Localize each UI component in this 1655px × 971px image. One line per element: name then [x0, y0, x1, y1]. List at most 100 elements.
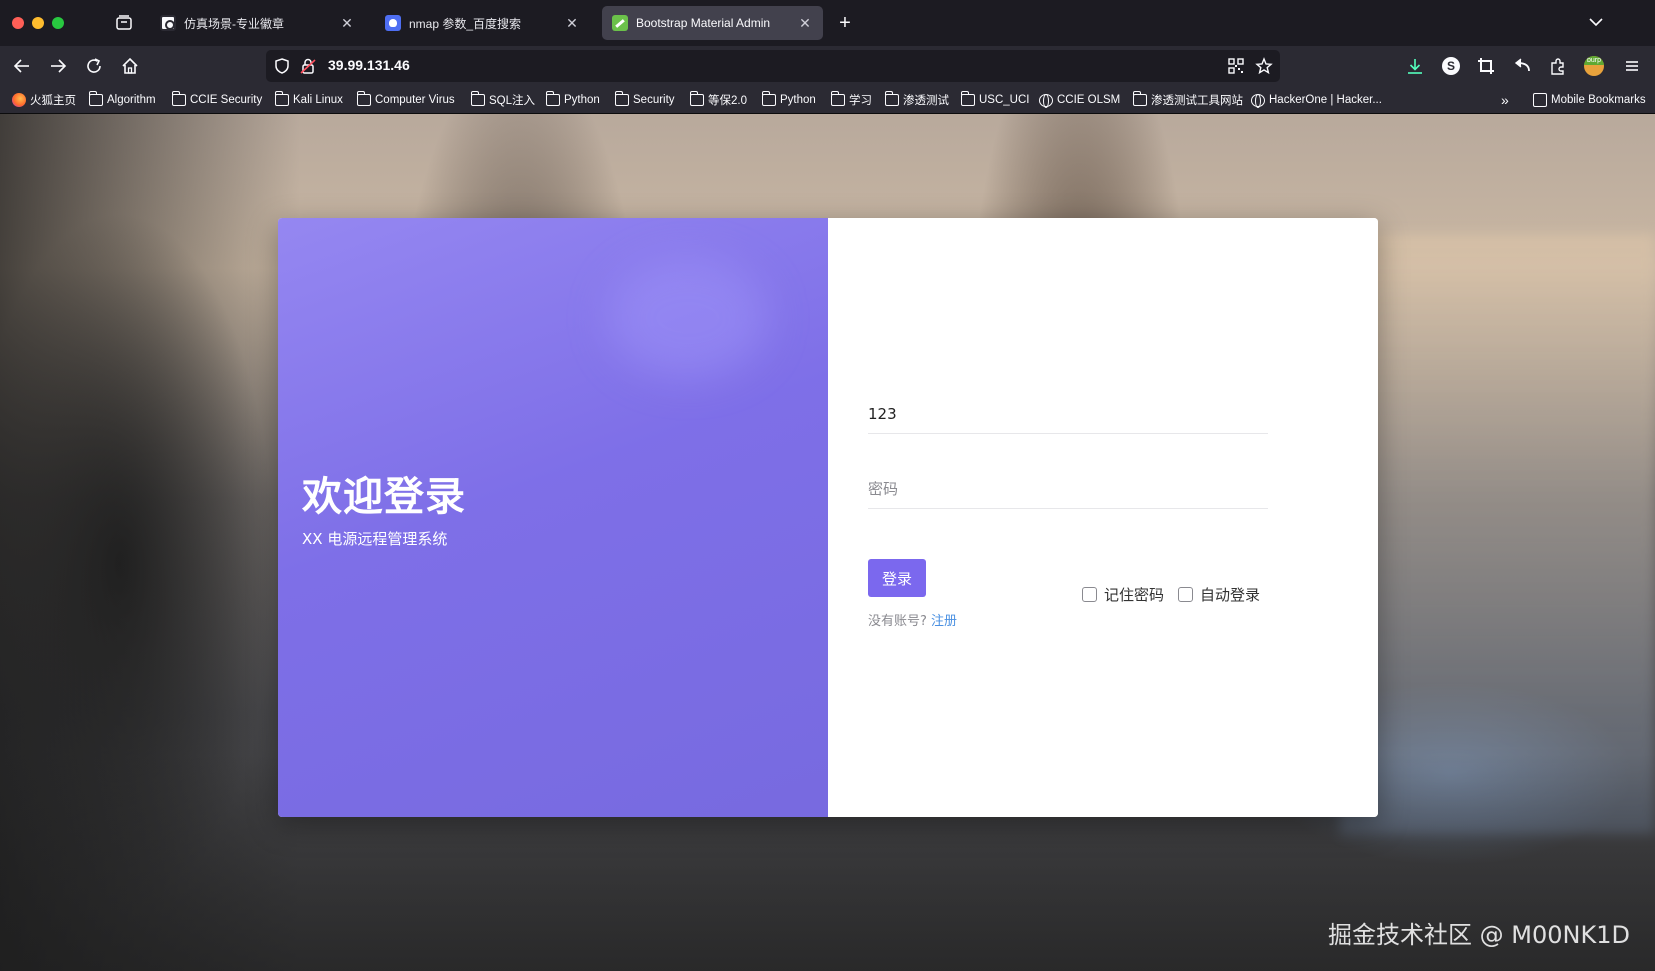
tab-close-icon[interactable]: ✕ [339, 15, 355, 31]
bookmark-star-icon[interactable] [1254, 56, 1274, 76]
tab-close-icon[interactable]: ✕ [564, 15, 580, 31]
bookmark-folder[interactable]: 等保2.0 [689, 91, 747, 109]
bookmark-folder[interactable]: Computer Virus [356, 91, 455, 109]
reply-arrow-icon[interactable] [1510, 54, 1534, 78]
extension-s-icon[interactable]: S [1439, 54, 1463, 78]
download-icon[interactable] [1403, 54, 1427, 78]
register-link[interactable]: 注册 [931, 614, 957, 629]
watermark-text: 掘金技术社区 @ M00NK1D [1328, 921, 1630, 949]
login-card: 欢迎登录 XX 电源远程管理系统 登录 没有账号? 注册 记住密码 自动登录 [278, 218, 1378, 817]
folder-icon [689, 91, 704, 106]
navigation-toolbar: 39.99.131.46 S burp [0, 46, 1655, 86]
bookmark-label: Security [633, 94, 675, 106]
bookmark-label: 等保2.0 [708, 95, 747, 107]
background-window-light [1340, 234, 1655, 834]
back-arrow-icon[interactable] [10, 54, 34, 78]
remember-password-checkbox[interactable]: 记住密码 [1082, 584, 1164, 605]
bookmark-label: Mobile Bookmarks [1551, 94, 1646, 106]
bookmark-label: CCIE Security [190, 94, 263, 106]
auto-login-checkbox[interactable]: 自动登录 [1178, 584, 1260, 605]
globe-icon [1039, 93, 1053, 108]
bookmark-label: Algorithm [107, 94, 156, 106]
welcome-panel: 欢迎登录 XX 电源远程管理系统 [278, 218, 828, 817]
folder-icon [761, 91, 776, 106]
bookmark-folder[interactable]: CCIE Security [171, 91, 263, 109]
double-chevron-right-icon[interactable]: » [1501, 92, 1509, 108]
folder-icon [884, 91, 899, 106]
no-account-text: 没有账号? [868, 614, 927, 629]
bookmark-item[interactable]: HackerOne | Hacker... [1251, 91, 1382, 109]
bookmark-folder[interactable]: Python [545, 91, 600, 109]
bootstrap-favicon-icon [612, 15, 628, 31]
folder-icon [830, 91, 845, 106]
register-prompt: 没有账号? 注册 [868, 610, 957, 629]
folder-icon [470, 91, 485, 106]
tab-3-active[interactable]: Bootstrap Material Admin ✕ [602, 6, 823, 40]
firefox-icon [12, 93, 26, 107]
bookmark-folder[interactable]: USC_UCI [960, 91, 1030, 109]
remember-password-label: 记住密码 [1104, 586, 1165, 604]
bookmark-label: 渗透测试 [903, 95, 949, 107]
extensions-puzzle-icon[interactable] [1546, 54, 1570, 78]
username-input[interactable] [868, 394, 1268, 434]
shield-icon[interactable] [272, 56, 292, 76]
folder-icon [88, 91, 103, 106]
checkbox-icon[interactable] [1178, 587, 1193, 602]
bookmark-label: Computer Virus [375, 94, 455, 106]
bookmark-folder[interactable]: Security [614, 91, 675, 109]
new-tab-plus-icon[interactable]: + [833, 11, 857, 35]
chevron-down-icon[interactable] [1586, 12, 1606, 32]
bookmark-folder[interactable]: 渗透测试工具网站 [1132, 91, 1243, 109]
window-maximize-button[interactable] [52, 17, 64, 29]
url-text[interactable]: 39.99.131.46 [328, 57, 410, 73]
welcome-title: 欢迎登录 [302, 474, 466, 520]
firefox-view-icon[interactable] [114, 13, 134, 33]
bookmark-label: CCIE OLSM [1057, 94, 1121, 106]
bookmark-label: 学习 [849, 95, 872, 107]
folder-icon [1132, 91, 1147, 106]
tab-title: nmap 参数_百度搜索 [409, 16, 522, 31]
forward-arrow-icon[interactable] [46, 54, 70, 78]
tab-1[interactable]: 仿真场景-专业徽章 ✕ [150, 6, 365, 40]
bookmark-item[interactable]: CCIE OLSM [1039, 91, 1120, 109]
extension-s-label: S [1442, 57, 1460, 75]
bookmark-item[interactable]: 火狐主页 [12, 91, 76, 109]
bookmark-folder[interactable]: 学习 [830, 91, 872, 109]
bookmark-label: USC_UCI [979, 94, 1030, 106]
mobile-bookmarks[interactable]: Mobile Bookmarks [1533, 91, 1646, 109]
globe-icon [1251, 93, 1265, 108]
bookmark-folder[interactable]: SQL注入 [470, 91, 536, 109]
login-button[interactable]: 登录 [868, 559, 926, 597]
insecure-lock-icon[interactable] [298, 56, 318, 76]
tab-title: Bootstrap Material Admin [636, 16, 771, 30]
bookmark-label: SQL注入 [489, 95, 536, 107]
burp-extension-icon[interactable]: burp [1582, 54, 1606, 78]
system-subtitle: XX 电源远程管理系统 [302, 530, 448, 548]
checkbox-icon[interactable] [1082, 587, 1097, 602]
tab-title: 仿真场景-专业徽章 [184, 16, 284, 31]
reload-icon[interactable] [82, 54, 106, 78]
mobile-device-icon [1533, 93, 1547, 107]
home-icon[interactable] [118, 54, 142, 78]
auto-login-label: 自动登录 [1200, 586, 1261, 604]
tab-close-icon[interactable]: ✕ [797, 15, 813, 31]
tab-2[interactable]: nmap 参数_百度搜索 ✕ [375, 6, 590, 40]
login-form: 登录 没有账号? 注册 记住密码 自动登录 [828, 218, 1378, 817]
window-minimize-button[interactable] [32, 17, 44, 29]
folder-icon [171, 91, 186, 106]
baidu-favicon-icon [385, 15, 401, 31]
bookmark-label: HackerOne | Hacker... [1269, 94, 1382, 106]
window-close-button[interactable] [12, 17, 24, 29]
bookmark-folder[interactable]: 渗透测试 [884, 91, 949, 109]
qr-code-icon[interactable] [1226, 56, 1246, 76]
bookmark-folder[interactable]: Kali Linux [274, 91, 343, 109]
hamburger-menu-icon[interactable] [1620, 54, 1644, 78]
tab-strip: 仿真场景-专业徽章 ✕ nmap 参数_百度搜索 ✕ Bootstrap Mat… [0, 0, 1655, 46]
page-viewport: 欢迎登录 XX 电源远程管理系统 登录 没有账号? 注册 记住密码 自动登录 [0, 114, 1655, 971]
bookmark-folder[interactable]: Algorithm [88, 91, 156, 109]
folder-icon [960, 91, 975, 106]
password-input[interactable] [868, 469, 1268, 509]
address-bar[interactable]: 39.99.131.46 [266, 50, 1280, 82]
bookmark-folder[interactable]: Python [761, 91, 816, 109]
crop-icon[interactable] [1474, 54, 1498, 78]
